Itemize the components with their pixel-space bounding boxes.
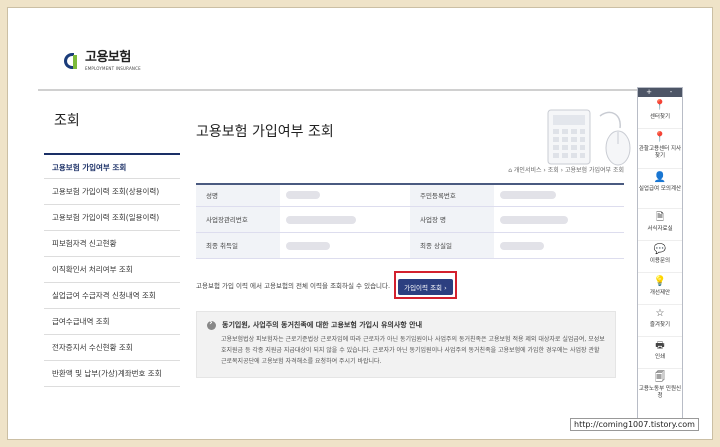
sidebar-title: 조회	[54, 113, 80, 129]
page-frame: 고용보험 EMPLOYMENT INSURANCE 조회 고용보험 가입여부 조…	[7, 7, 713, 440]
watermark: http://coming1007.tistory.com	[570, 418, 699, 431]
button-highlight: 가입이력 조회 ›	[394, 271, 457, 299]
main-content: 고용보험 가입여부 조회 ⌂ 개인서비스 › 조회 › 고용보험 가입여부 조회…	[196, 121, 624, 378]
logo-mark-icon	[64, 51, 82, 71]
sidebar-item-qualification-report[interactable]: 피보험자격 신고현황	[44, 231, 180, 257]
quick-label: 개선제안	[649, 290, 671, 296]
loss-date-label: 최종 상실일	[410, 233, 494, 258]
header-divider	[38, 89, 638, 91]
logo[interactable]: 고용보험 EMPLOYMENT INSURANCE	[64, 51, 141, 71]
quick-inquiry[interactable]: 💬 이용문의	[638, 241, 682, 273]
sidebar-item-history-regular[interactable]: 고용보험 가입이력 조회(상용이력)	[44, 179, 180, 205]
breadcrumb-text: 개인서비스 › 조회 › 고용보험 가입여부 조회	[513, 167, 624, 174]
guide-header: 동기입원, 사업주의 동거친족에 대한 고용보험 가입시 유의사항 안내	[207, 318, 605, 330]
quick-suggestion[interactable]: 💡 개선제안	[638, 273, 682, 305]
lightbulb-icon: 💡	[653, 276, 667, 287]
guide-body: 고용보험법상 피보험자는 근로기준법상 근로자임에 따라 근로자가 아닌 동기입…	[221, 336, 605, 365]
printer-icon: 🖶	[655, 340, 665, 351]
star-icon: ☆	[655, 308, 665, 319]
sidebar: 조회 고용보험 가입여부 조회 고용보험 가입이력 조회(상용이력) 고용보험 …	[44, 111, 180, 387]
sidebar-item-e-notice[interactable]: 전자증지서 수신현황 조회	[44, 335, 180, 361]
quick-branch-search[interactable]: 📍 관할고용센터 지사찾기	[638, 129, 682, 169]
quick-benefit-calc[interactable]: 👤 실업급여 모의계산	[638, 169, 682, 209]
document-icon: 🗎	[655, 212, 665, 223]
biz-no-value	[280, 207, 410, 232]
map-pin-icon: 📍	[653, 132, 667, 143]
sidebar-item-unemployment-application[interactable]: 실업급여 수급자격 신청내역 조회	[44, 283, 180, 309]
quick-label: 실업급여 모의계산	[638, 186, 682, 192]
info-row: 사업장관리번호 사업장 명	[196, 207, 624, 233]
sidebar-item-history-daily[interactable]: 고용보험 가입이력 조회(일용이력)	[44, 205, 180, 231]
quick-label: 즐겨찾기	[649, 322, 671, 328]
quick-ministry-petition[interactable]: 🗐 고용노동부 민원신청	[638, 369, 682, 407]
acquire-date-label: 최종 취득일	[196, 233, 280, 258]
map-pin-icon: 📍	[653, 100, 667, 111]
quick-label: 인쇄	[654, 354, 666, 360]
biz-name-label: 사업장 명	[410, 207, 494, 232]
quick-favorites[interactable]: ☆ 즐겨찾기	[638, 305, 682, 337]
zoom-out-icon[interactable]: -	[660, 88, 682, 97]
quick-menu-header: + -	[638, 88, 682, 97]
sidebar-item-join-status[interactable]: 고용보험 가입여부 조회	[44, 153, 180, 179]
quick-label: 이용문의	[649, 258, 671, 264]
quick-label: 관할고용센터 지사찾기	[638, 146, 682, 159]
acquire-date-value	[280, 233, 410, 258]
logo-subtitle: EMPLOYMENT INSURANCE	[85, 66, 141, 71]
notice-line: 고용보험 가입 이력 에서 고용보험의 전체 이력을 조회하실 수 있습니다. …	[196, 271, 624, 299]
quick-menu: + - 📍 센터찾기 📍 관할고용센터 지사찾기 👤 실업급여 모의계산 🗎 서…	[637, 87, 683, 425]
quick-label: 서식자료실	[647, 226, 673, 232]
sidebar-item-refund-account[interactable]: 반환액 및 납부(가상)계좌번호 조회	[44, 361, 180, 387]
history-lookup-button[interactable]: 가입이력 조회 ›	[398, 279, 453, 295]
quick-center-search[interactable]: 📍 센터찾기	[638, 97, 682, 129]
chat-icon: 💬	[653, 244, 667, 255]
name-value	[280, 185, 410, 206]
sidebar-item-separation-confirm[interactable]: 이직확인서 처리여부 조회	[44, 257, 180, 283]
name-label: 성명	[196, 185, 280, 206]
quick-label: 센터찾기	[649, 114, 671, 120]
biz-name-value	[494, 207, 624, 232]
breadcrumb: ⌂ 개인서비스 › 조회 › 고용보험 가입여부 조회	[196, 165, 624, 177]
info-table: 성명 주민등록번호 사업장관리번호 사업장 명 최종 취득일 최종 상실일	[196, 183, 624, 259]
loss-date-value	[494, 233, 624, 258]
sidebar-item-benefit-history[interactable]: 급여수급내역 조회	[44, 309, 180, 335]
logo-title: 고용보험	[85, 50, 131, 65]
guide-box: 동기입원, 사업주의 동거친족에 대한 고용보험 가입시 유의사항 안내 고용보…	[196, 311, 616, 378]
person-icon: 👤	[653, 172, 667, 183]
quick-label: 고용노동부 민원신청	[638, 386, 682, 399]
reg-no-value	[494, 185, 624, 206]
page-title: 고용보험 가입여부 조회	[196, 124, 334, 140]
reg-no-label: 주민등록번호	[410, 185, 494, 206]
site-header: 고용보험 EMPLOYMENT INSURANCE	[8, 8, 712, 90]
zoom-in-icon[interactable]: +	[638, 88, 660, 97]
quick-print[interactable]: 🖶 인쇄	[638, 337, 682, 369]
history-notice: 고용보험 가입 이력 에서 고용보험의 전체 이력을 조회하실 수 있습니다.	[196, 282, 391, 290]
info-row: 성명 주민등록번호	[196, 185, 624, 207]
arrow-circle-icon	[207, 318, 216, 330]
info-row: 최종 취득일 최종 상실일	[196, 233, 624, 259]
guide-title: 동기입원, 사업주의 동거친족에 대한 고용보험 가입시 유의사항 안내	[222, 321, 423, 329]
biz-no-label: 사업장관리번호	[196, 207, 280, 232]
document-icon: 🗐	[655, 372, 665, 383]
quick-forms[interactable]: 🗎 서식자료실	[638, 209, 682, 241]
